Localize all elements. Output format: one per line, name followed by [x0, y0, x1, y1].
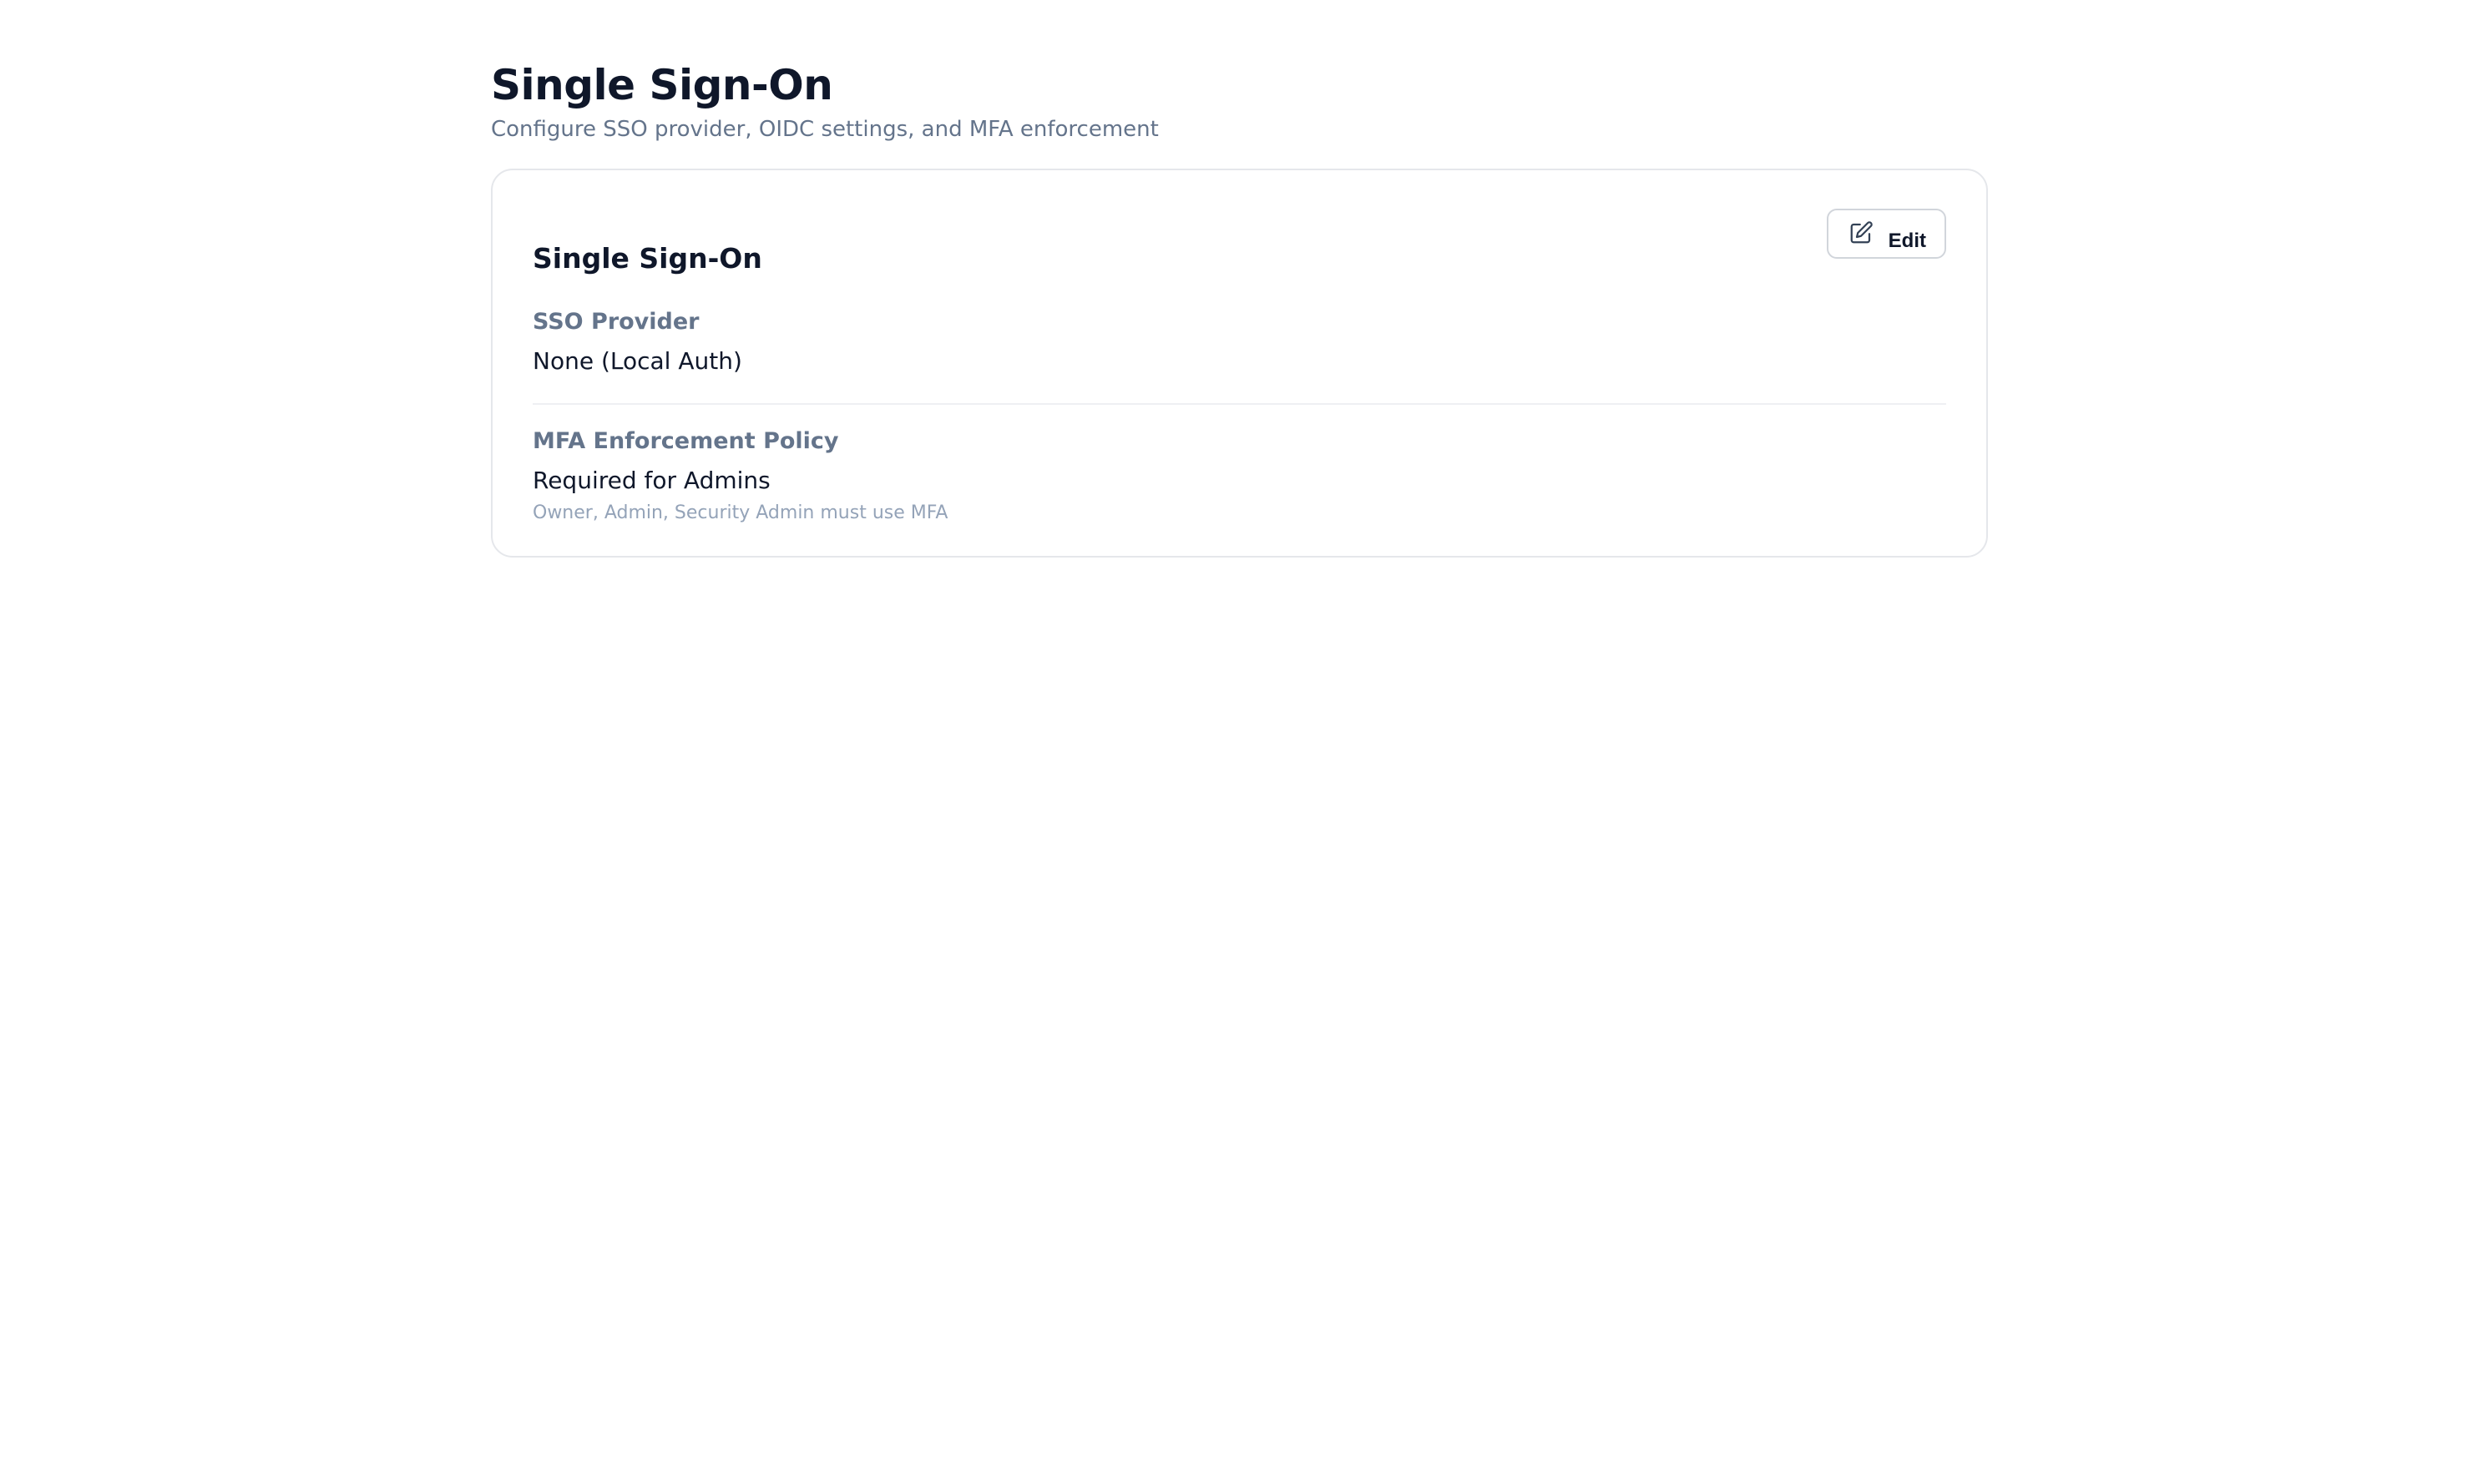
card-header: Single Sign-On Edit	[533, 209, 1946, 275]
sso-provider-label: SSO Provider	[533, 309, 700, 335]
mfa-policy-value: Required for Admins	[533, 467, 771, 494]
edit-button[interactable]: Edit	[1826, 209, 1946, 259]
page-subtitle: Configure SSO provider, OIDC settings, a…	[491, 117, 1159, 142]
sso-settings-card: Single Sign-On Edit SSO Provider None (L…	[491, 169, 1988, 558]
sso-provider-value: None (Local Auth)	[533, 347, 742, 375]
edit-icon	[1850, 221, 1873, 244]
page-container: Single Sign-On Configure SSO provider, O…	[491, 58, 1988, 558]
sso-provider-field: SSO Provider None (Local Auth)	[533, 287, 1946, 376]
mfa-policy-label: MFA Enforcement Policy	[533, 428, 839, 454]
card-title: Single Sign-On	[533, 242, 762, 275]
page-title: Single Sign-On	[491, 61, 833, 109]
mfa-policy-field: MFA Enforcement Policy Required for Admi…	[533, 427, 1946, 526]
field-divider	[533, 403, 1946, 405]
edit-button-label: Edit	[1888, 230, 1926, 252]
mfa-policy-help: Owner, Admin, Security Admin must use MF…	[533, 502, 948, 523]
